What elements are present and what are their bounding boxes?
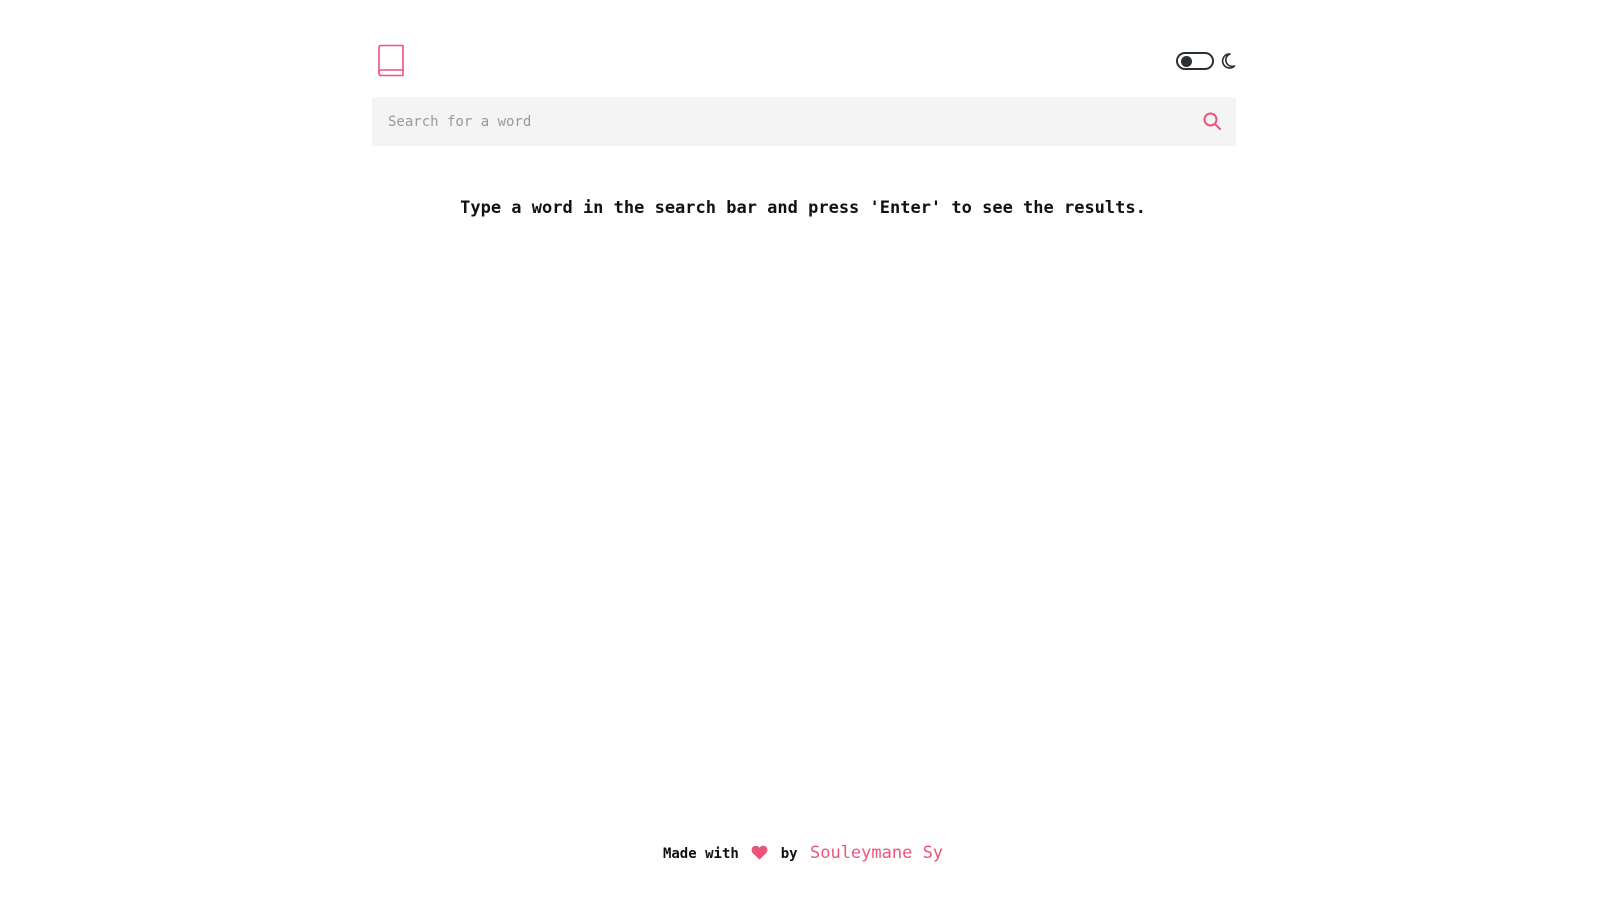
theme-toggle[interactable] xyxy=(1176,52,1214,70)
footer-by: by xyxy=(780,846,798,862)
search-hint: Type a word in the search bar and press … xyxy=(460,198,1146,218)
book-icon[interactable] xyxy=(376,44,406,78)
footer: Made with by Souleymane Sy xyxy=(0,843,1600,863)
author-link[interactable]: Souleymane Sy xyxy=(810,843,943,863)
search-input[interactable] xyxy=(372,97,1172,146)
toggle-knob xyxy=(1181,56,1192,67)
search-bar xyxy=(372,97,1236,146)
footer-made-with: Made with xyxy=(662,846,739,862)
dictionary-app: Type a word in the search bar and press … xyxy=(0,0,1600,900)
header xyxy=(372,40,1236,80)
heart-icon xyxy=(751,845,768,860)
theme-controls xyxy=(1176,52,1236,70)
moon-icon xyxy=(1221,53,1236,69)
search-icon[interactable] xyxy=(1202,111,1222,131)
